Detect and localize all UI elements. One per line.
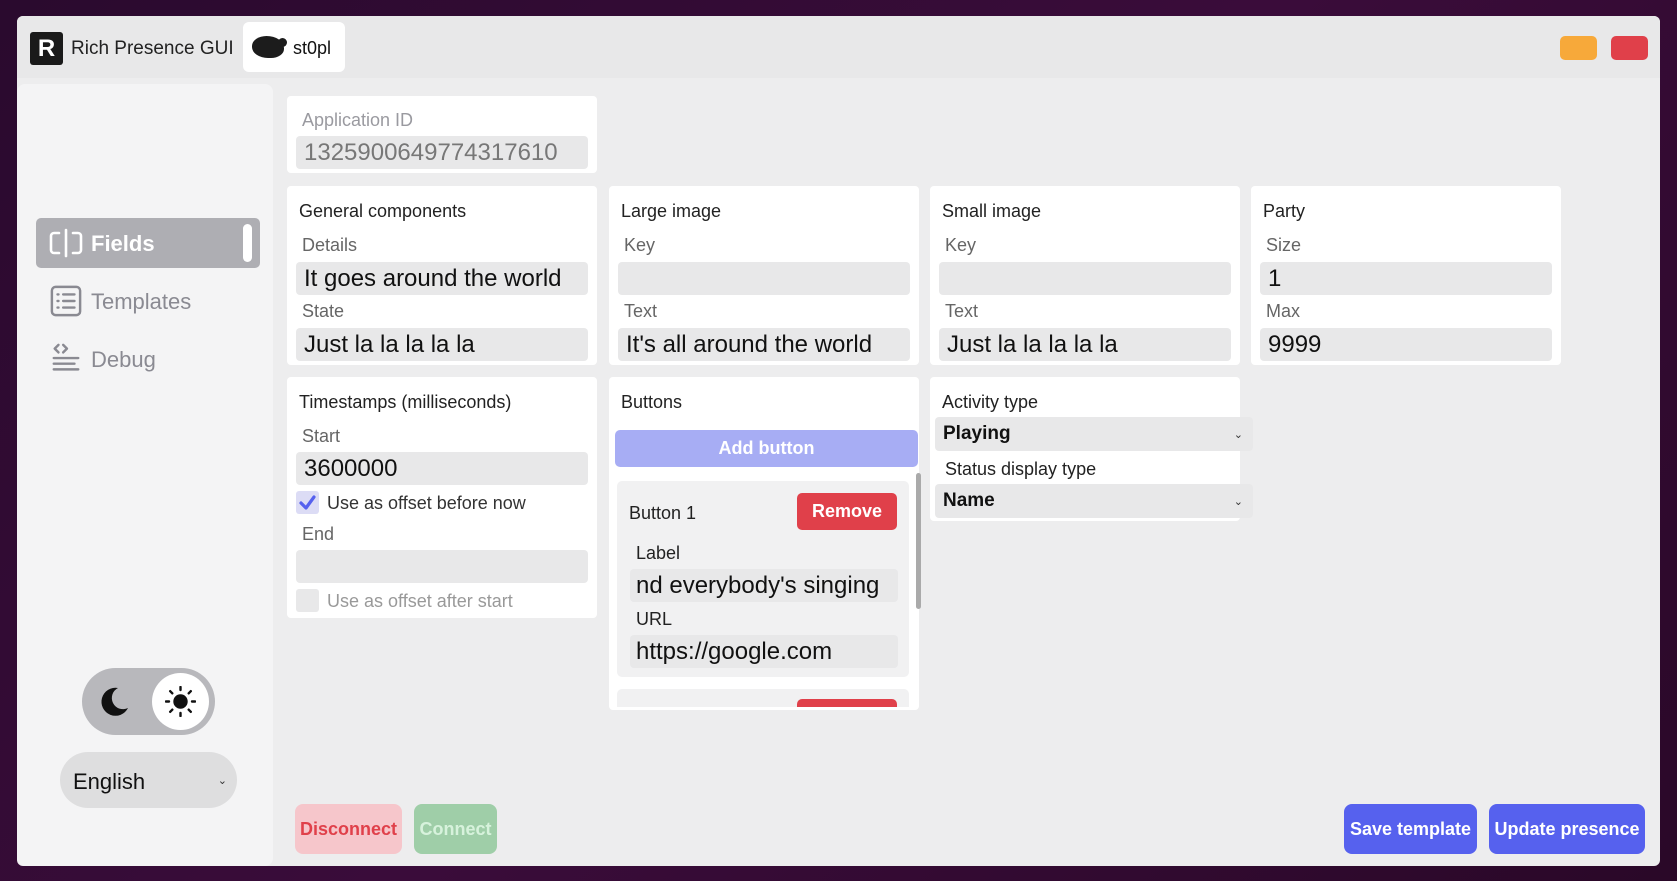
party-size-label: Size (1266, 235, 1302, 255)
checkmark-icon (299, 495, 316, 510)
button-list: Button 1 Remove Label nd everybody's sin… (617, 481, 909, 707)
button-label-label: Label (636, 543, 681, 563)
save-template-button[interactable]: Save template (1344, 804, 1477, 854)
list-icon (50, 285, 82, 317)
status-display-label: Status display type (945, 459, 1097, 479)
theme-knob (152, 673, 209, 730)
sidebar-item-templates[interactable]: Templates (36, 276, 260, 326)
sidebar-item-label: Fields (91, 231, 155, 256)
details-field[interactable]: It goes around the world (296, 262, 588, 295)
button-url-field[interactable]: https://google.com (630, 635, 898, 668)
application-id-label: Application ID (302, 110, 414, 130)
close-button[interactable] (1611, 36, 1648, 60)
end-field[interactable] (296, 550, 588, 583)
large-image-text-label: Text (624, 301, 658, 321)
end-offset-label: Use as offset after start (327, 591, 513, 611)
update-presence-button[interactable]: Update presence (1489, 804, 1645, 854)
button-url-label: URL (636, 609, 673, 629)
user-account-chip[interactable]: st0pl (243, 22, 345, 72)
party-max-label: Max (1266, 301, 1301, 321)
small-image-key-label: Key (945, 235, 977, 255)
title-bar: R Rich Presence GUI st0pl (17, 16, 1660, 78)
button-label-field[interactable]: nd everybody's singing (630, 569, 898, 602)
sidebar-item-fields[interactable]: Fields (36, 218, 260, 268)
large-image-text-field[interactable]: It's all around the world (618, 328, 910, 361)
card-title: Buttons (621, 392, 683, 412)
party-max-field[interactable]: 9999 (1260, 328, 1552, 361)
chevron-down-icon: ⌄ (1233, 496, 1243, 508)
list-item (617, 689, 909, 707)
disconnect-button[interactable]: Disconnect (295, 804, 402, 854)
small-image-text-field[interactable]: Just la la la la la (939, 328, 1231, 361)
card-title: Party (1263, 201, 1306, 221)
card-title: Large image (621, 201, 722, 221)
start-field[interactable]: 3600000 (296, 452, 588, 485)
app-logo: R (30, 32, 63, 65)
language-select[interactable]: English ⌄ (60, 752, 237, 808)
activity-type-select[interactable]: Playing ⌄ (935, 417, 1253, 451)
card-title: Activity type (942, 392, 1039, 412)
remove-button[interactable]: Remove (797, 493, 897, 530)
list-item: Button 1 Remove Label nd everybody's sin… (617, 481, 909, 677)
chevron-down-icon: ⌄ (217, 775, 227, 787)
large-image-card: Large image Key Text It's all around the… (609, 186, 919, 365)
card-title: Timestamps (milliseconds) (299, 392, 512, 412)
state-field[interactable]: Just la la la la la (296, 328, 588, 361)
large-image-key-field[interactable] (618, 262, 910, 295)
code-lines-icon (52, 343, 80, 371)
sidebar-item-label: Templates (91, 289, 192, 314)
end-offset-checkbox[interactable] (296, 589, 319, 612)
moon-icon (101, 687, 128, 716)
user-name: st0pl (293, 38, 332, 58)
details-label: Details (302, 235, 358, 255)
end-label: End (302, 524, 335, 544)
application-id-card: Application ID 1325900649774317610 (287, 96, 597, 173)
activity-type-value: Playing (943, 423, 1011, 444)
status-display-select[interactable]: Name ⌄ (935, 484, 1253, 518)
connect-button[interactable]: Connect (414, 804, 497, 854)
theme-toggle[interactable] (82, 668, 215, 735)
status-display-value: Name (943, 490, 995, 511)
remove-button[interactable] (797, 699, 897, 707)
avatar (252, 36, 287, 58)
scrollbar[interactable] (916, 473, 921, 609)
application-id-field[interactable]: 1325900649774317610 (296, 136, 588, 169)
sidebar-item-debug[interactable]: Debug (36, 334, 260, 384)
small-image-key-field[interactable] (939, 262, 1231, 295)
party-size-field[interactable]: 1 (1260, 262, 1552, 295)
general-components-card: General components Details It goes aroun… (287, 186, 597, 365)
activity-type-card: Activity type Playing ⌄ Status display t… (930, 377, 1253, 521)
language-value: English (73, 769, 146, 794)
card-title: General components (299, 201, 467, 221)
small-image-text-label: Text (945, 301, 979, 321)
button-item-name: Button 1 (629, 503, 697, 523)
sun-icon (165, 686, 196, 717)
active-indicator (243, 224, 252, 262)
small-image-card: Small image Key Text Just la la la la la (930, 186, 1240, 365)
card-title: Small image (942, 201, 1042, 221)
sidebar: Fields Templates Debug English ⌄ (17, 84, 273, 866)
start-offset-label: Use as offset before now (327, 493, 526, 513)
start-offset-checkbox[interactable] (296, 491, 319, 514)
buttons-card: Buttons Add button Button 1 Remove Label… (609, 377, 921, 710)
app-window: R Rich Presence GUI st0pl Fields Templat… (17, 16, 1660, 866)
sidebar-item-label: Debug (91, 347, 156, 372)
minimize-button[interactable] (1560, 36, 1597, 60)
timestamps-card: Timestamps (milliseconds) Start 3600000 … (287, 377, 597, 618)
chevron-down-icon: ⌄ (1233, 429, 1243, 441)
text-cursor-icon (49, 228, 83, 258)
state-label: State (302, 301, 345, 321)
start-label: Start (302, 426, 341, 446)
large-image-key-label: Key (624, 235, 656, 255)
party-card: Party Size 1 Max 9999 (1251, 186, 1561, 365)
app-title: Rich Presence GUI (71, 38, 234, 59)
add-button[interactable]: Add button (615, 430, 918, 467)
